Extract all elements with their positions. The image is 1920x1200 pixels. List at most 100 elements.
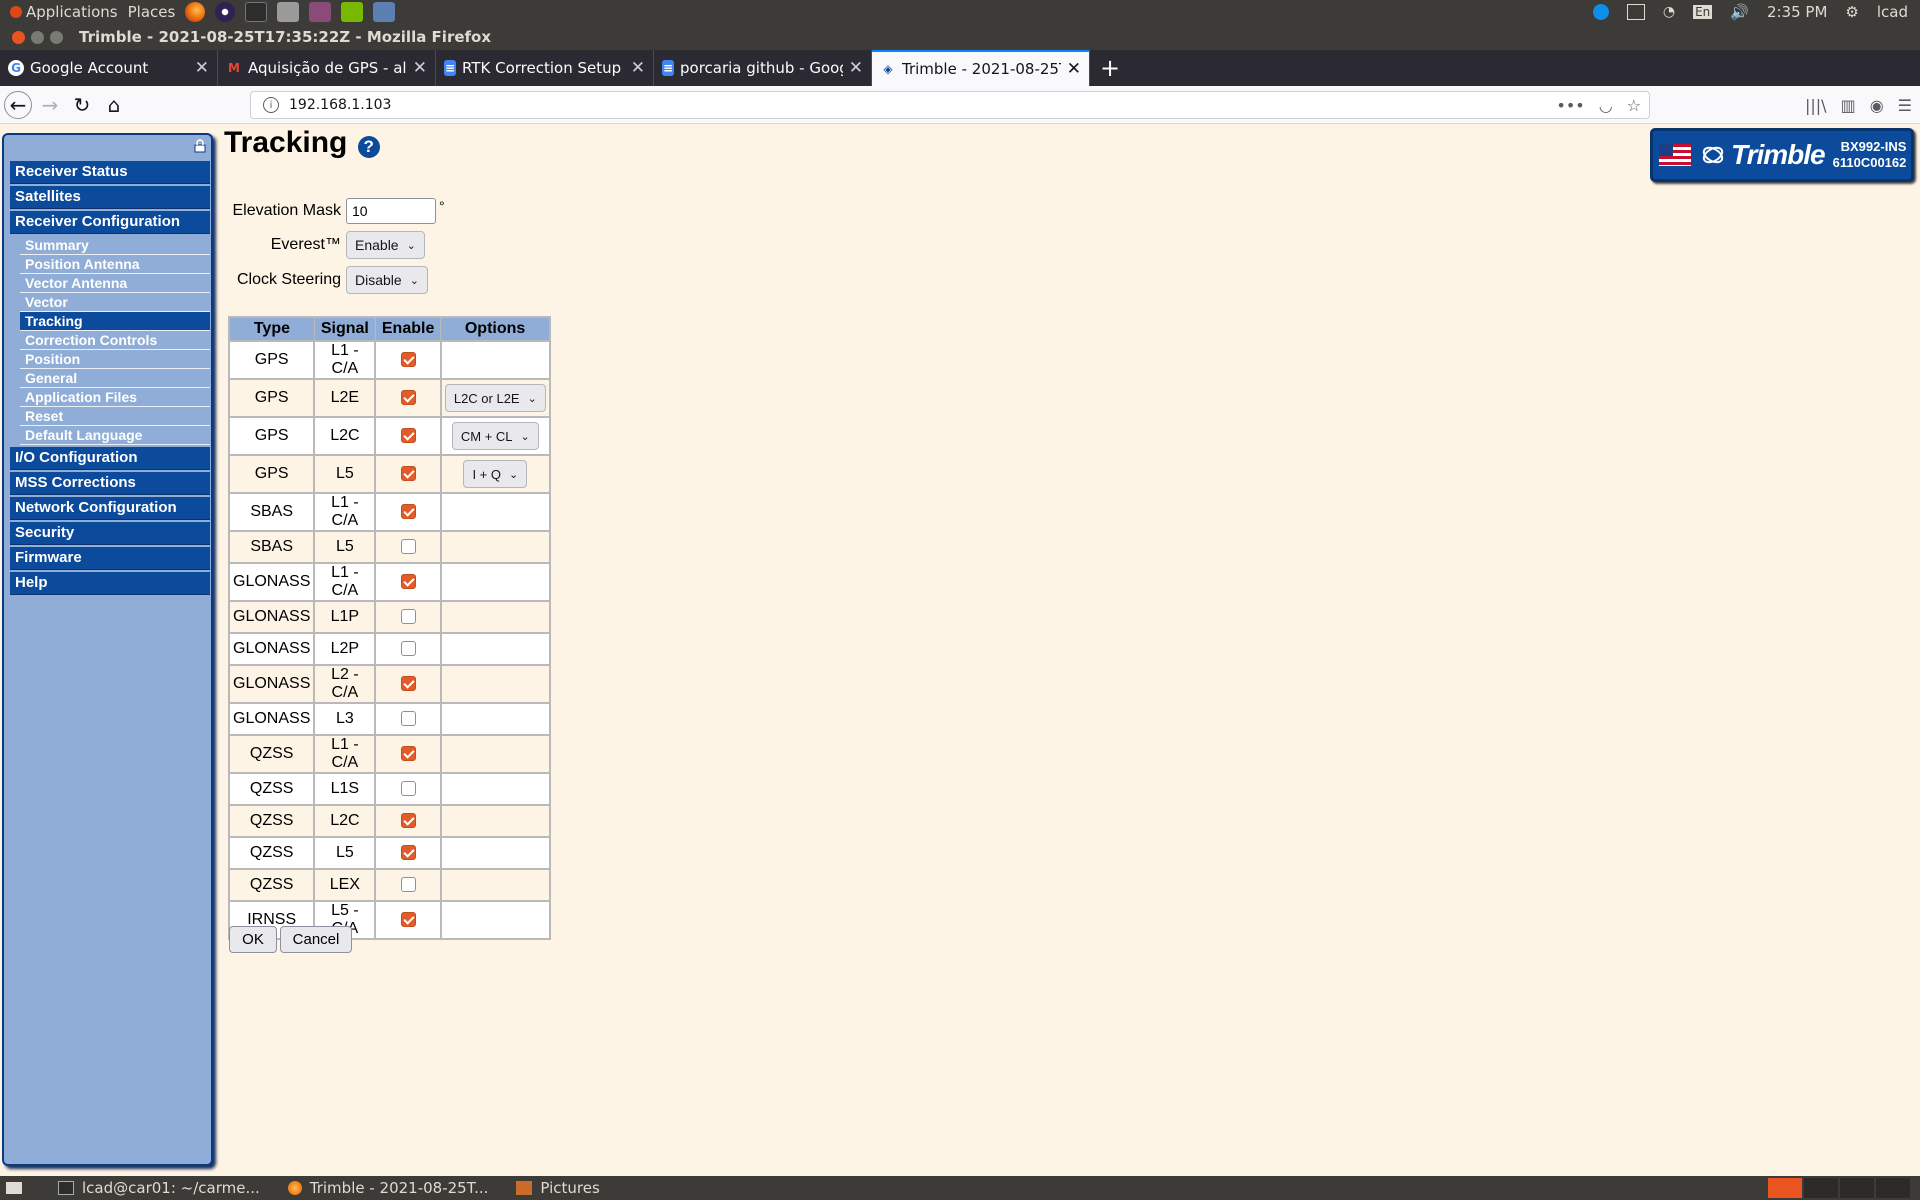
window-minimize-button[interactable] [31, 30, 44, 44]
taskbar-pictures[interactable]: Pictures [508, 1176, 607, 1200]
enable-checkbox[interactable] [400, 813, 416, 829]
submenu-default-language[interactable]: Default Language [20, 426, 210, 445]
workspace-2[interactable] [1804, 1178, 1838, 1198]
enable-checkbox[interactable] [400, 539, 416, 555]
settings-gear-icon[interactable]: ⚙ [1845, 3, 1858, 21]
window-maximize-button[interactable] [50, 30, 63, 44]
submenu-correction-controls[interactable]: Correction Controls [20, 331, 210, 350]
submenu-vector[interactable]: Vector [20, 293, 210, 312]
workspace-3[interactable] [1840, 1178, 1874, 1198]
menu-receiver-status[interactable]: Receiver Status [10, 161, 210, 184]
lock-icon[interactable] [193, 139, 207, 153]
enable-checkbox[interactable] [400, 466, 416, 482]
pocket-icon[interactable]: ◡ [1599, 96, 1613, 115]
back-button[interactable]: ← [4, 90, 32, 119]
tab-github-doc[interactable]: ≡ porcaria github - Google ✕ [654, 50, 872, 86]
everest-select[interactable]: Enable ⌄ [346, 231, 425, 259]
tab-close-icon[interactable]: ✕ [413, 58, 427, 78]
menu-firmware[interactable]: Firmware [10, 547, 210, 570]
submenu-summary[interactable]: Summary [20, 236, 210, 255]
url-bar[interactable]: i 192.168.1.103 ••• ◡ ☆ [250, 91, 1650, 119]
enable-checkbox[interactable] [400, 574, 416, 590]
media-launcher-icon[interactable] [309, 2, 332, 22]
enable-checkbox[interactable] [400, 746, 416, 762]
keyboard-layout-indicator[interactable]: En [1693, 5, 1713, 19]
tab-close-icon[interactable]: ✕ [849, 58, 863, 78]
places-menu[interactable]: Places [128, 3, 176, 21]
menu-network-configuration[interactable]: Network Configuration [10, 497, 210, 520]
enable-checkbox[interactable] [400, 845, 416, 861]
nvidia-launcher-icon[interactable] [341, 2, 364, 22]
menu-mss-corrections[interactable]: MSS Corrections [10, 472, 210, 495]
workspace-switcher[interactable] [1768, 1178, 1910, 1198]
new-tab-button[interactable]: + [1090, 50, 1130, 86]
tab-rtk-doc[interactable]: ≡ RTK Correction Setup - G ✕ [436, 50, 654, 86]
submenu-general[interactable]: General [20, 369, 210, 388]
enable-checkbox[interactable] [400, 641, 416, 657]
submenu-reset[interactable]: Reset [20, 407, 210, 426]
enable-checkbox[interactable] [400, 711, 416, 727]
clock-steering-select[interactable]: Disable ⌄ [346, 266, 428, 294]
taskbar-firefox[interactable]: Trimble - 2021-08-25T... [280, 1176, 497, 1200]
submenu-vector-antenna[interactable]: Vector Antenna [20, 274, 210, 293]
volume-icon[interactable]: 🔊 [1730, 3, 1749, 21]
elevation-mask-input[interactable]: 10 [346, 198, 436, 224]
applications-menu[interactable]: Applications [10, 3, 118, 21]
firefox-launcher-icon[interactable] [185, 2, 206, 22]
taskbar-terminal[interactable]: lcad@car01: ~/carme... [50, 1176, 268, 1200]
enable-checkbox[interactable] [400, 877, 416, 893]
menu-help[interactable]: Help [10, 572, 210, 595]
enable-checkbox[interactable] [400, 676, 416, 692]
site-info-icon[interactable]: i [263, 97, 279, 113]
library-icon[interactable]: |||\ [1805, 96, 1827, 115]
window-close-button[interactable] [12, 30, 25, 44]
user-name[interactable]: lcad [1877, 3, 1908, 21]
ok-button[interactable]: OK [229, 926, 277, 953]
option-select[interactable]: CM + CL ⌄ [451, 422, 539, 450]
submenu-application-files[interactable]: Application Files [20, 388, 210, 407]
menu-satellites[interactable]: Satellites [10, 186, 210, 209]
option-select[interactable]: L2C or L2E ⌄ [444, 384, 546, 412]
tab-gmail[interactable]: M Aquisição de GPS - alber ✕ [218, 50, 436, 86]
clock[interactable]: 2:35 PM [1767, 3, 1827, 21]
tab-close-icon[interactable]: ✕ [1067, 59, 1081, 79]
bookmark-star-icon[interactable]: ☆ [1627, 96, 1641, 115]
screenshot-launcher-icon[interactable] [373, 2, 396, 22]
enable-checkbox[interactable] [400, 504, 416, 520]
account-icon[interactable]: ◉ [1870, 96, 1884, 115]
menu-io-configuration[interactable]: I/O Configuration [10, 447, 210, 470]
tab-trimble[interactable]: ◈ Trimble - 2021-08-25T17: ✕ [872, 50, 1090, 86]
submenu-tracking[interactable]: Tracking [20, 312, 210, 331]
enable-checkbox[interactable] [400, 352, 416, 368]
home-button[interactable]: ⌂ [100, 91, 128, 119]
tab-close-icon[interactable]: ✕ [195, 58, 209, 78]
help-icon[interactable]: ? [357, 136, 380, 158]
show-desktop-icon[interactable] [6, 1182, 22, 1194]
workspace-1[interactable] [1768, 1178, 1802, 1198]
tray-app-icon[interactable] [1626, 4, 1645, 20]
enable-checkbox[interactable] [400, 781, 416, 797]
page-actions-icon[interactable]: ••• [1556, 96, 1584, 115]
reload-button[interactable]: ↻ [68, 91, 96, 119]
menu-security[interactable]: Security [10, 522, 210, 545]
forward-button[interactable]: → [36, 91, 64, 119]
sidebar-toggle-icon[interactable]: ▥ [1841, 96, 1856, 115]
workspace-4[interactable] [1876, 1178, 1910, 1198]
enable-checkbox[interactable] [400, 912, 416, 928]
enable-checkbox[interactable] [400, 390, 416, 406]
teamviewer-icon[interactable] [1592, 4, 1609, 20]
wifi-icon[interactable]: ◔ [1663, 4, 1675, 20]
eclipse-launcher-icon[interactable] [215, 2, 236, 22]
submenu-position-antenna[interactable]: Position Antenna [20, 255, 210, 274]
option-select[interactable]: I + Q ⌄ [463, 460, 528, 488]
tab-close-icon[interactable]: ✕ [631, 58, 645, 78]
calculator-launcher-icon[interactable] [277, 2, 300, 22]
terminal-launcher-icon[interactable] [245, 2, 268, 22]
cancel-button[interactable]: Cancel [280, 926, 352, 953]
menu-receiver-configuration[interactable]: Receiver Configuration [10, 211, 210, 234]
hamburger-menu-icon[interactable]: ☰ [1898, 96, 1912, 115]
enable-checkbox[interactable] [400, 609, 416, 625]
url-text[interactable]: 192.168.1.103 [289, 97, 391, 113]
tab-google-account[interactable]: G Google Account ✕ [0, 50, 218, 86]
submenu-position[interactable]: Position [20, 350, 210, 369]
